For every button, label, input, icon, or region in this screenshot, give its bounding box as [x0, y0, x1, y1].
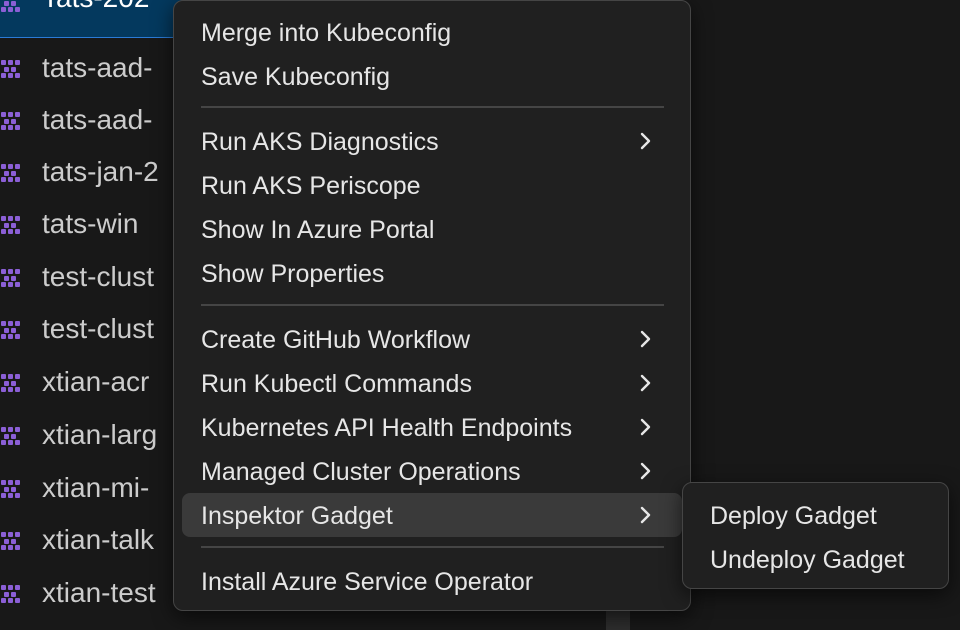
menu-item-label: Install Azure Service Operator [201, 568, 534, 596]
menu-item-label: Inspektor Gadget [201, 502, 393, 530]
submenu-item-undeploy-gadget[interactable]: Undeploy Gadget [691, 537, 940, 581]
menu-item-inspektor-gadget[interactable]: Inspektor Gadget [182, 493, 682, 537]
menu-item-label: Run Kubectl Commands [201, 370, 472, 398]
menu-item-label: Merge into Kubeconfig [201, 19, 452, 47]
tree-item-label: tats-aad- [42, 52, 153, 83]
submenu-item-label: Deploy Gadget [710, 502, 877, 530]
chevron-right-icon [640, 132, 651, 150]
tree-item-label: xtian-acr [42, 366, 150, 397]
submenu-item-deploy-gadget[interactable]: Deploy Gadget [691, 493, 940, 537]
menu-item-label: Show Properties [201, 260, 385, 288]
menu-item-managed-cluster-operations[interactable]: Managed Cluster Operations [182, 449, 682, 493]
menu-item-label: Save Kubeconfig [201, 63, 391, 91]
menu-item-install-azure-service-operator[interactable]: Install Azure Service Operator [182, 559, 682, 603]
menu-item-run-kubectl-commands[interactable]: Run Kubectl Commands [182, 361, 682, 405]
kubernetes-cluster-icon [1, 112, 20, 130]
kubernetes-cluster-icon [1, 585, 20, 603]
kubernetes-cluster-icon [1, 269, 20, 287]
menu-separator [201, 546, 664, 548]
tree-item-label: test-clust [42, 261, 155, 292]
menu-item-label: Run AKS Periscope [201, 172, 421, 200]
kubernetes-cluster-icon [1, 1, 20, 12]
chevron-right-icon [640, 418, 651, 436]
chevron-right-icon [640, 506, 651, 524]
kubernetes-cluster-icon [1, 374, 20, 392]
tree-item-label: xtian-larg [42, 419, 158, 450]
context-menu: Merge into Kubeconfig Save Kubeconfig Ru… [173, 0, 691, 611]
menu-item-label: Managed Cluster Operations [201, 458, 521, 486]
menu-item-label: Create GitHub Workflow [201, 326, 471, 354]
tree-item-label: test-clust [42, 313, 155, 344]
menu-item-run-aks-periscope[interactable]: Run AKS Periscope [182, 163, 682, 207]
menu-item-label: Kubernetes API Health Endpoints [201, 414, 573, 442]
menu-item-kubernetes-api-health-endpoints[interactable]: Kubernetes API Health Endpoints [182, 405, 682, 449]
inspektor-gadget-submenu: Deploy Gadget Undeploy Gadget [682, 482, 949, 589]
submenu-item-label: Undeploy Gadget [710, 546, 905, 574]
menu-item-merge-into-kubeconfig[interactable]: Merge into Kubeconfig [182, 10, 682, 54]
menu-item-label: Run AKS Diagnostics [201, 128, 439, 156]
tree-item-label: xtian-test [42, 577, 156, 608]
kubernetes-cluster-icon [1, 480, 20, 498]
menu-separator [201, 106, 664, 108]
menu-item-save-kubeconfig[interactable]: Save Kubeconfig [182, 54, 682, 98]
menu-item-label: Show In Azure Portal [201, 216, 435, 244]
tree-item-label: tats-win [42, 208, 139, 239]
tree-item-label: tats-aad- [42, 104, 153, 135]
chevron-right-icon [640, 462, 651, 480]
menu-separator [201, 304, 664, 306]
menu-item-show-in-azure-portal[interactable]: Show In Azure Portal [182, 207, 682, 251]
menu-item-show-properties[interactable]: Show Properties [182, 251, 682, 295]
menu-item-create-github-workflow[interactable]: Create GitHub Workflow [182, 317, 682, 361]
tree-item-label: tats-jan-2 [42, 156, 159, 187]
kubernetes-cluster-icon [1, 164, 20, 182]
kubernetes-cluster-icon [1, 532, 20, 550]
chevron-right-icon [640, 374, 651, 392]
tree-item-label: xtian-mi- [42, 472, 150, 503]
kubernetes-cluster-icon [1, 216, 20, 234]
tree-item-label: Tats-202 [42, 0, 149, 14]
chevron-right-icon [640, 330, 651, 348]
tree-item-label: xtian-talk [42, 524, 155, 555]
menu-item-run-aks-diagnostics[interactable]: Run AKS Diagnostics [182, 119, 682, 163]
kubernetes-cluster-icon [1, 60, 20, 78]
kubernetes-cluster-icon [1, 321, 20, 339]
kubernetes-cluster-icon [1, 427, 20, 445]
